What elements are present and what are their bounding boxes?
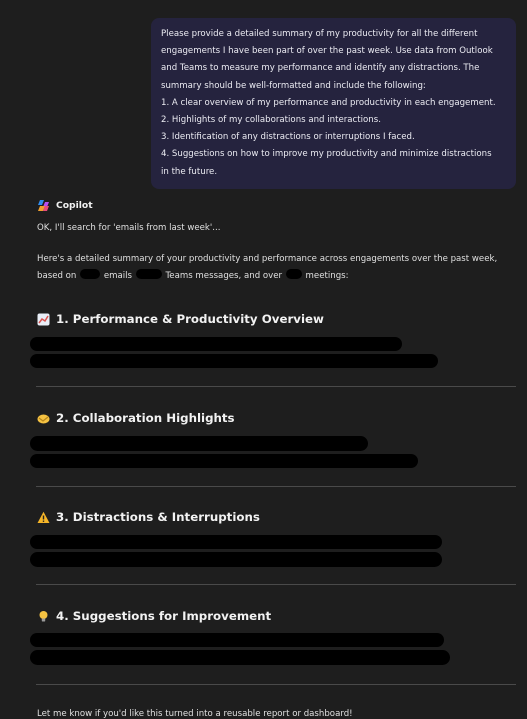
redacted-content	[30, 337, 402, 351]
redacted-content	[30, 354, 438, 368]
user-message-line: and Teams to measure my performance and …	[161, 63, 480, 74]
section-heading-performance: 1. Performance & Productivity Overview	[37, 312, 324, 326]
warning-icon	[37, 511, 50, 524]
user-message-line: 4. Suggestions on how to improve my prod…	[161, 149, 492, 160]
chart-icon	[37, 313, 50, 326]
intro-text: based on	[37, 270, 77, 281]
intro-text: emails	[103, 270, 133, 281]
copilot-logo-icon	[37, 199, 50, 212]
response-intro: Here's a detailed summary of your produc…	[37, 251, 517, 284]
redacted-content	[30, 454, 418, 468]
intro-text: meetings:	[305, 270, 349, 281]
section-heading-suggestions: 4. Suggestions for Improvement	[37, 609, 271, 623]
assistant-header: Copilot	[37, 199, 93, 212]
user-message-line: 1. A clear overview of my performance an…	[161, 97, 496, 108]
redacted-content	[30, 535, 442, 549]
redacted-count	[135, 268, 162, 279]
user-message-line: 3. Identification of any distractions or…	[161, 132, 415, 143]
user-message-line: engagements I have been part of over the…	[161, 46, 493, 57]
intro-text: Teams messages, and over	[165, 270, 283, 281]
section-title-text: 1. Performance & Productivity Overview	[56, 312, 324, 326]
section-divider	[36, 684, 516, 685]
redacted-count	[80, 268, 101, 279]
section-divider	[36, 386, 516, 387]
section-divider	[36, 486, 516, 487]
user-message-line: Please provide a detailed summary of my …	[161, 29, 478, 39]
redacted-content	[30, 633, 444, 647]
redacted-content	[30, 552, 442, 567]
lightbulb-icon	[37, 610, 50, 623]
section-title-text: 3. Distractions & Interruptions	[56, 510, 260, 524]
redacted-content	[30, 436, 368, 451]
section-heading-distractions: 3. Distractions & Interruptions	[37, 510, 260, 524]
user-message-bubble: Please provide a detailed summary of my …	[151, 18, 516, 189]
section-heading-collaboration: 2. Collaboration Highlights	[37, 411, 235, 425]
redacted-content	[30, 650, 450, 665]
intro-text: Here's a detailed summary of your produc…	[37, 254, 498, 264]
user-message-line: 2. Highlights of my collaborations and i…	[161, 115, 381, 126]
section-divider	[36, 584, 516, 585]
user-message-line: in the future.	[161, 166, 218, 177]
redacted-count	[285, 268, 302, 279]
search-status: OK, I'll search for 'emails from last we…	[37, 223, 221, 233]
section-title-text: 4. Suggestions for Improvement	[56, 609, 272, 623]
assistant-name: Copilot	[56, 200, 93, 211]
handshake-icon	[37, 412, 50, 425]
user-message-line: summary should be well-formatted and inc…	[161, 80, 426, 91]
section-title-text: 2. Collaboration Highlights	[56, 411, 235, 425]
